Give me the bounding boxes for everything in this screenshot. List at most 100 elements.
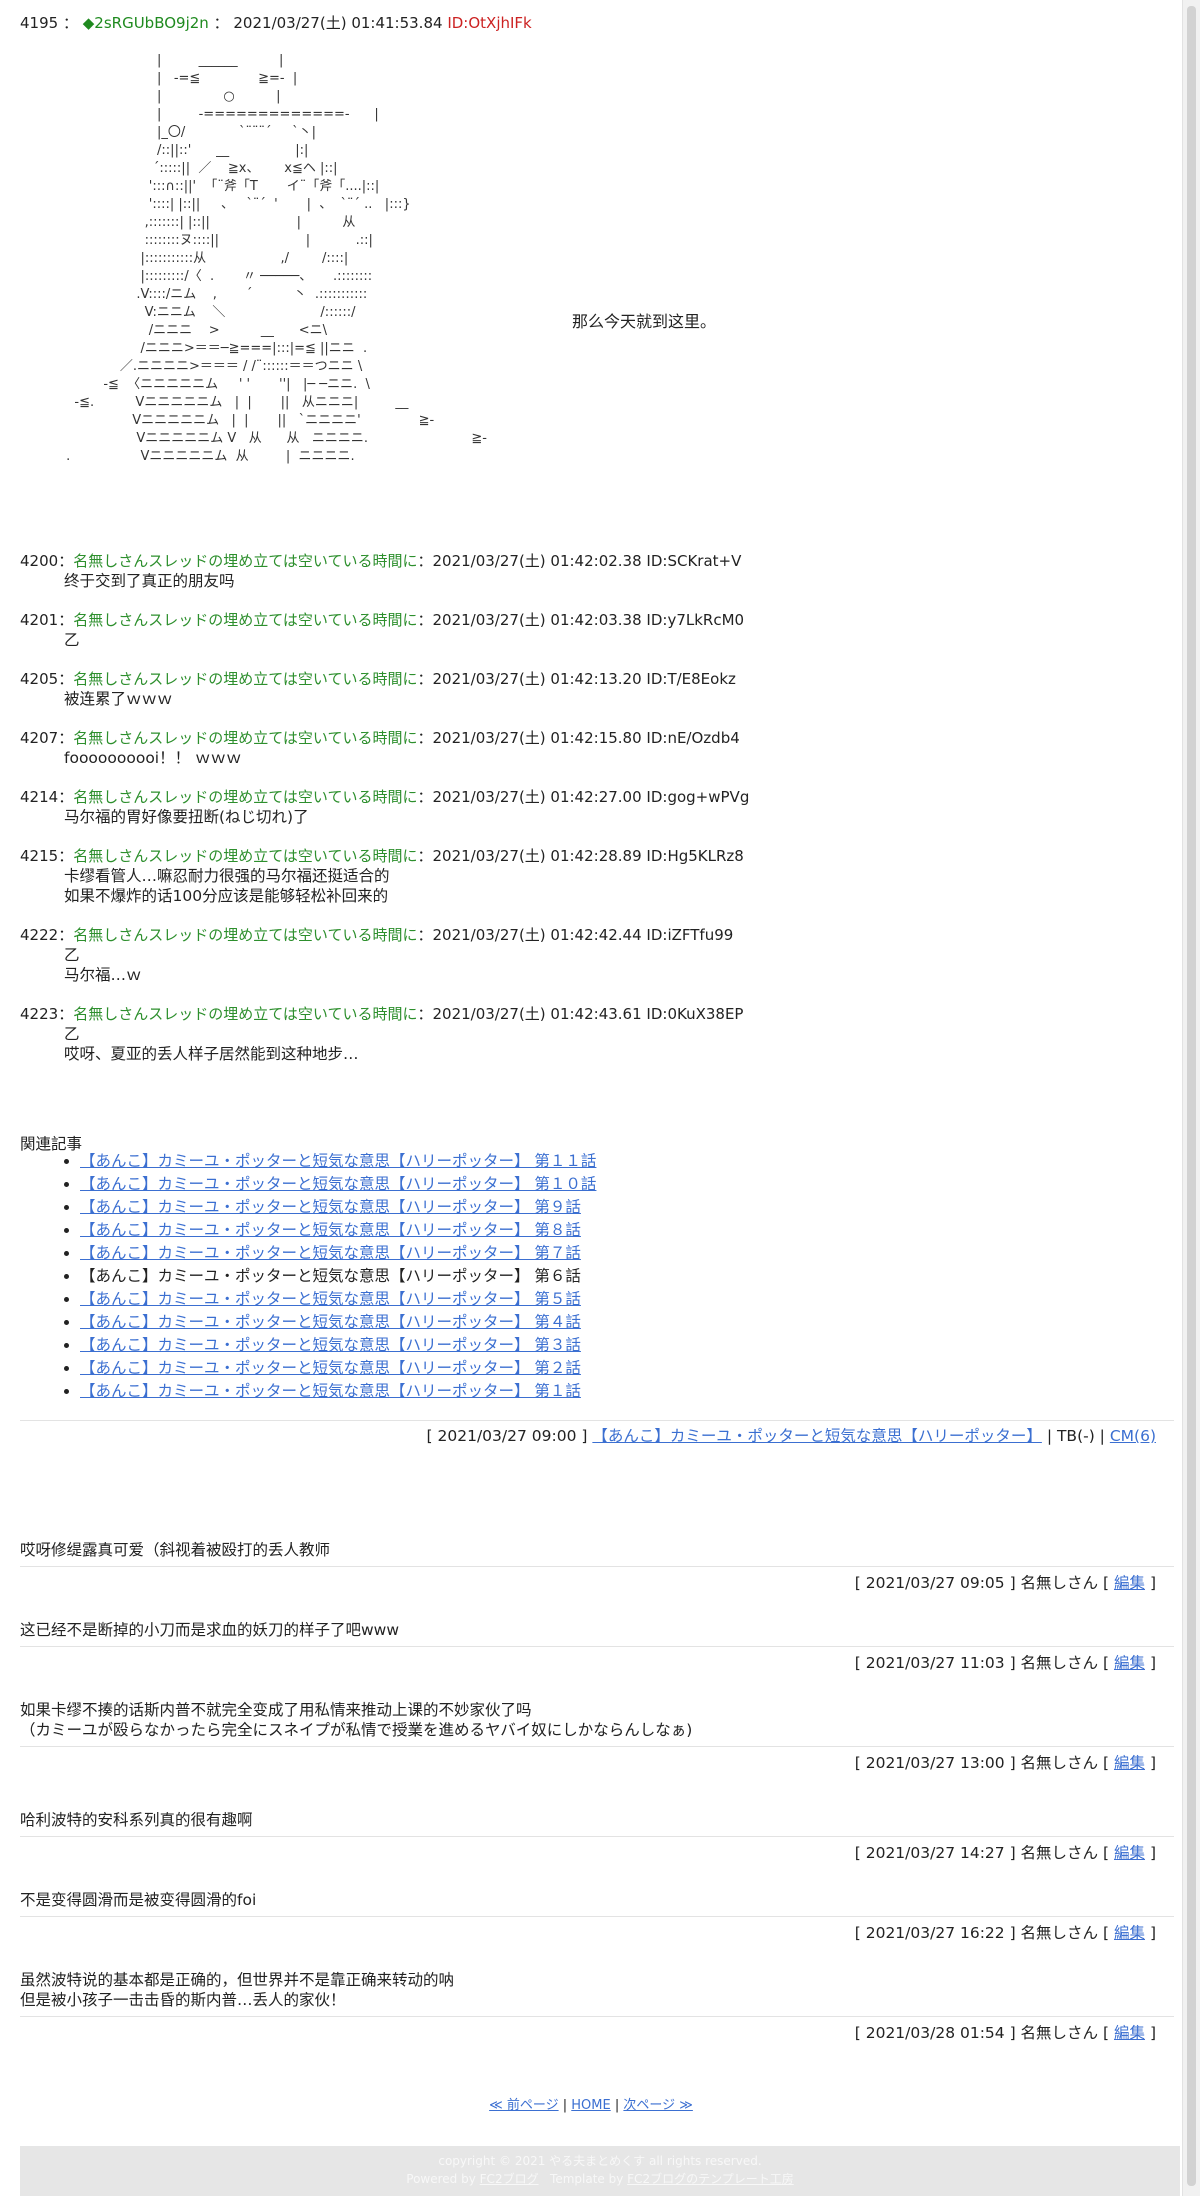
reply-separator: ： [417,788,433,806]
comment-text: 不是变得圆滑而是被变得圆滑的foi [20,1891,257,1909]
related-article-item: 【あんこ】カミーユ・ポッターと短気な意思【ハリーポッター】 第１０話 [80,1173,596,1196]
divider [20,1836,1174,1837]
reply-separator: ： [58,611,74,629]
comment-text: 虽然波特说的基本都是正确的，但世界并不是靠正确来转动的呐 [20,1971,455,1989]
related-article-item: 【あんこ】カミーユ・ポッターと短気な意思【ハリーポッター】 第９話 [80,1196,596,1219]
reply-separator: ： [417,847,433,865]
reply-id: ID:0KuX38EP [646,1005,744,1023]
copyright-text: copyright © 2021 やる夫まとめくす all rights res… [438,2154,762,2168]
reply-number: 4205 [20,670,59,688]
reply-text: 终于交到了真正的朋友吗 [64,572,235,590]
related-article-link[interactable]: 【あんこ】カミーユ・ポッターと短気な意思【ハリーポッター】 第７話 [80,1244,581,1262]
page: 4195 ： ◆2sRGUbBO9j2n ： 2021/03/27(土) 01:… [0,0,1182,2196]
scrollbar-thumb[interactable] [1187,6,1196,2186]
reply-id: ID:SCKrat+V [646,552,742,570]
divider [20,1746,1174,1747]
next-page-link[interactable]: 次ページ ≫ [623,2098,692,2113]
reply-header: 4214：名無しさんスレッドの埋め立ては空いている時間に：2021/03/27(… [20,787,749,807]
related-article-link[interactable]: 【あんこ】カミーユ・ポッターと短気な意思【ハリーポッター】 第１話 [80,1382,581,1400]
related-article-item: 【あんこ】カミーユ・ポッターと短気な意思【ハリーポッター】 第６話 [80,1265,596,1288]
reply-number: 4207 [20,729,59,747]
reply-id: ID:Hg5KLRz8 [646,847,744,865]
comment-text: 如果卡缪不揍的话斯内普不就完全变成了用私情来推动上课的不妙家伙了吗 [20,1701,532,1719]
reply-header: 4201：名無しさんスレッドの埋め立ては空いている時間に：2021/03/27(… [20,610,744,630]
comment-count-link[interactable]: CM(6) [1110,1427,1156,1445]
related-article-item: 【あんこ】カミーユ・ポッターと短気な意思【ハリーポッター】 第１１話 [80,1150,596,1173]
reply-header: 4207：名無しさんスレッドの埋め立ては空いている時間に：2021/03/27(… [20,728,740,748]
comment-date-author: [ 2021/03/27 09:05 ] 名無しさん [ [854,1574,1110,1592]
related-articles-list: 【あんこ】カミーユ・ポッターと短気な意思【ハリーポッター】 第１１話【あんこ】カ… [60,1150,596,1403]
related-article-link[interactable]: 【あんこ】カミーユ・ポッターと短気な意思【ハリーポッター】 第２話 [80,1359,581,1377]
pager-separator: | [614,2098,620,2113]
reply-text: 如果不爆炸的话100分应该是能够轻松补回来的 [64,887,389,905]
template-link[interactable]: FC2ブログのテンプレート工房 [627,2172,794,2186]
reply-datetime: 2021/03/27(土) 01:42:02.38 [432,552,642,570]
poster-id: ID:OtXjhIFk [447,14,532,32]
post-number: 4195 [20,14,59,32]
reply-datetime: 2021/03/27(土) 01:42:27.00 [432,788,642,806]
divider [20,2016,1174,2017]
edit-comment-link[interactable]: 編集 [1114,1924,1145,1942]
reply-number: 4200 [20,552,59,570]
comment-text: （カミーユが殴らなかったら完全にスネイプが私情で授業を進めるヤバイ奴にしかならん… [20,1721,693,1739]
page-scrollbar[interactable] [1182,0,1200,2196]
reply-name: 名無しさんスレッドの埋め立ては空いている時間に [73,847,418,865]
powered-link[interactable]: FC2ブログ [480,2172,539,2186]
home-link[interactable]: HOME [571,2098,610,2113]
ascii-art-illustration: | ______ | | -=≦ ≧=- | | ○ | | -========… [66,53,487,464]
edit-comment-link[interactable]: 編集 [1114,1574,1145,1592]
reply-name: 名無しさんスレッドの埋め立ては空いている時間に [73,552,418,570]
reply-datetime: 2021/03/27(土) 01:42:13.20 [432,670,642,688]
pager: ≪ 前ページ | HOME | 次ページ ≫ [0,2094,1182,2113]
prev-page-link[interactable]: ≪ 前ページ [489,2098,558,2113]
related-article-link[interactable]: 【あんこ】カミーユ・ポッターと短気な意思【ハリーポッター】 第１１話 [80,1152,596,1170]
reply-separator: ： [417,552,433,570]
related-article-link[interactable]: 【あんこ】カミーユ・ポッターと短気な意思【ハリーポッター】 第５話 [80,1290,581,1308]
comment-date-author: [ 2021/03/27 11:03 ] 名無しさん [ [854,1654,1110,1672]
reply-name: 名無しさんスレッドの埋め立ては空いている時間に [73,1005,418,1023]
related-article-link[interactable]: 【あんこ】カミーユ・ポッターと短気な意思【ハリーポッター】 第３話 [80,1336,581,1354]
reply-number: 4215 [20,847,59,865]
related-article-item: 【あんこ】カミーユ・ポッターと短気な意思【ハリーポッター】 第２話 [80,1357,596,1380]
reply-number: 4222 [20,926,59,944]
powered-by: Powered by FC2ブログ Template by FC2ブログのテンプ… [20,2170,1180,2188]
comment-date-author: [ 2021/03/27 13:00 ] 名無しさん [ [854,1754,1110,1772]
edit-comment-link[interactable]: 編集 [1114,1754,1145,1772]
edit-comment-link[interactable]: 編集 [1114,2024,1145,2042]
reply-text: 乙 [64,946,80,964]
reply-id: ID:T/E8Eokz [646,670,736,688]
reply-separator: ： [417,611,433,629]
template-prefix: Template by [550,2172,624,2186]
reply-separator: ： [58,729,74,747]
reply-text: 被连累了ｗｗｗ [64,690,173,708]
reply-header: 4215：名無しさんスレッドの埋め立ては空いている時間に：2021/03/27(… [20,846,744,866]
comment-meta: [ 2021/03/27 14:27 ] 名無しさん [ 編集 ] [855,1841,1156,1863]
related-article-link[interactable]: 【あんこ】カミーユ・ポッターと短気な意思【ハリーポッター】 第４話 [80,1313,581,1331]
category-link[interactable]: 【あんこ】カミーユ・ポッターと短気な意思【ハリーポッター】 [592,1427,1042,1445]
reply-header: 4223：名無しさんスレッドの埋め立ては空いている時間に：2021/03/27(… [20,1004,743,1024]
reply-datetime: 2021/03/27(土) 01:42:28.89 [432,847,642,865]
comment-date-author: [ 2021/03/28 01:54 ] 名無しさん [ [854,2024,1110,2042]
reply-name: 名無しさんスレッドの埋め立ては空いている時間に [73,926,418,944]
pager-separator: | [562,2098,568,2113]
divider [20,1420,1174,1421]
reply-separator: ： [417,926,433,944]
related-article-link[interactable]: 【あんこ】カミーユ・ポッターと短気な意思【ハリーポッター】 第１０話 [80,1175,596,1193]
edit-comment-link[interactable]: 編集 [1114,1844,1145,1862]
comment-text: 哈利波特的安科系列真的很有趣啊 [20,1811,253,1829]
reply-id: ID:y7LkRcM0 [646,611,745,629]
comment-date-author: [ 2021/03/27 14:27 ] 名無しさん [ [854,1844,1110,1862]
related-article-current: 【あんこ】カミーユ・ポッターと短気な意思【ハリーポッター】 第６話 [80,1267,581,1285]
related-article-item: 【あんこ】カミーユ・ポッターと短気な意思【ハリーポッター】 第８話 [80,1219,596,1242]
related-article-link[interactable]: 【あんこ】カミーユ・ポッターと短気な意思【ハリーポッター】 第９話 [80,1198,581,1216]
comment-meta: [ 2021/03/27 09:05 ] 名無しさん [ 編集 ] [855,1571,1156,1593]
edit-comment-link[interactable]: 編集 [1114,1654,1145,1672]
related-article-item: 【あんこ】カミーユ・ポッターと短気な意思【ハリーポッター】 第７話 [80,1242,596,1265]
related-article-link[interactable]: 【あんこ】カミーユ・ポッターと短気な意思【ハリーポッター】 第８話 [80,1221,581,1239]
post-separator: ： [213,14,229,32]
comment-meta: [ 2021/03/27 13:00 ] 名無しさん [ 編集 ] [855,1751,1156,1773]
comment-meta-close: ] [1149,1574,1156,1592]
footer: copyright © 2021 やる夫まとめくす all rights res… [20,2146,1180,2196]
comment-text: 哎呀修缇露真可爱（斜视着被殴打的丢人教师 [20,1541,331,1559]
reply-text: 哎呀、夏亚的丢人样子居然能到这种地步… [64,1045,359,1063]
